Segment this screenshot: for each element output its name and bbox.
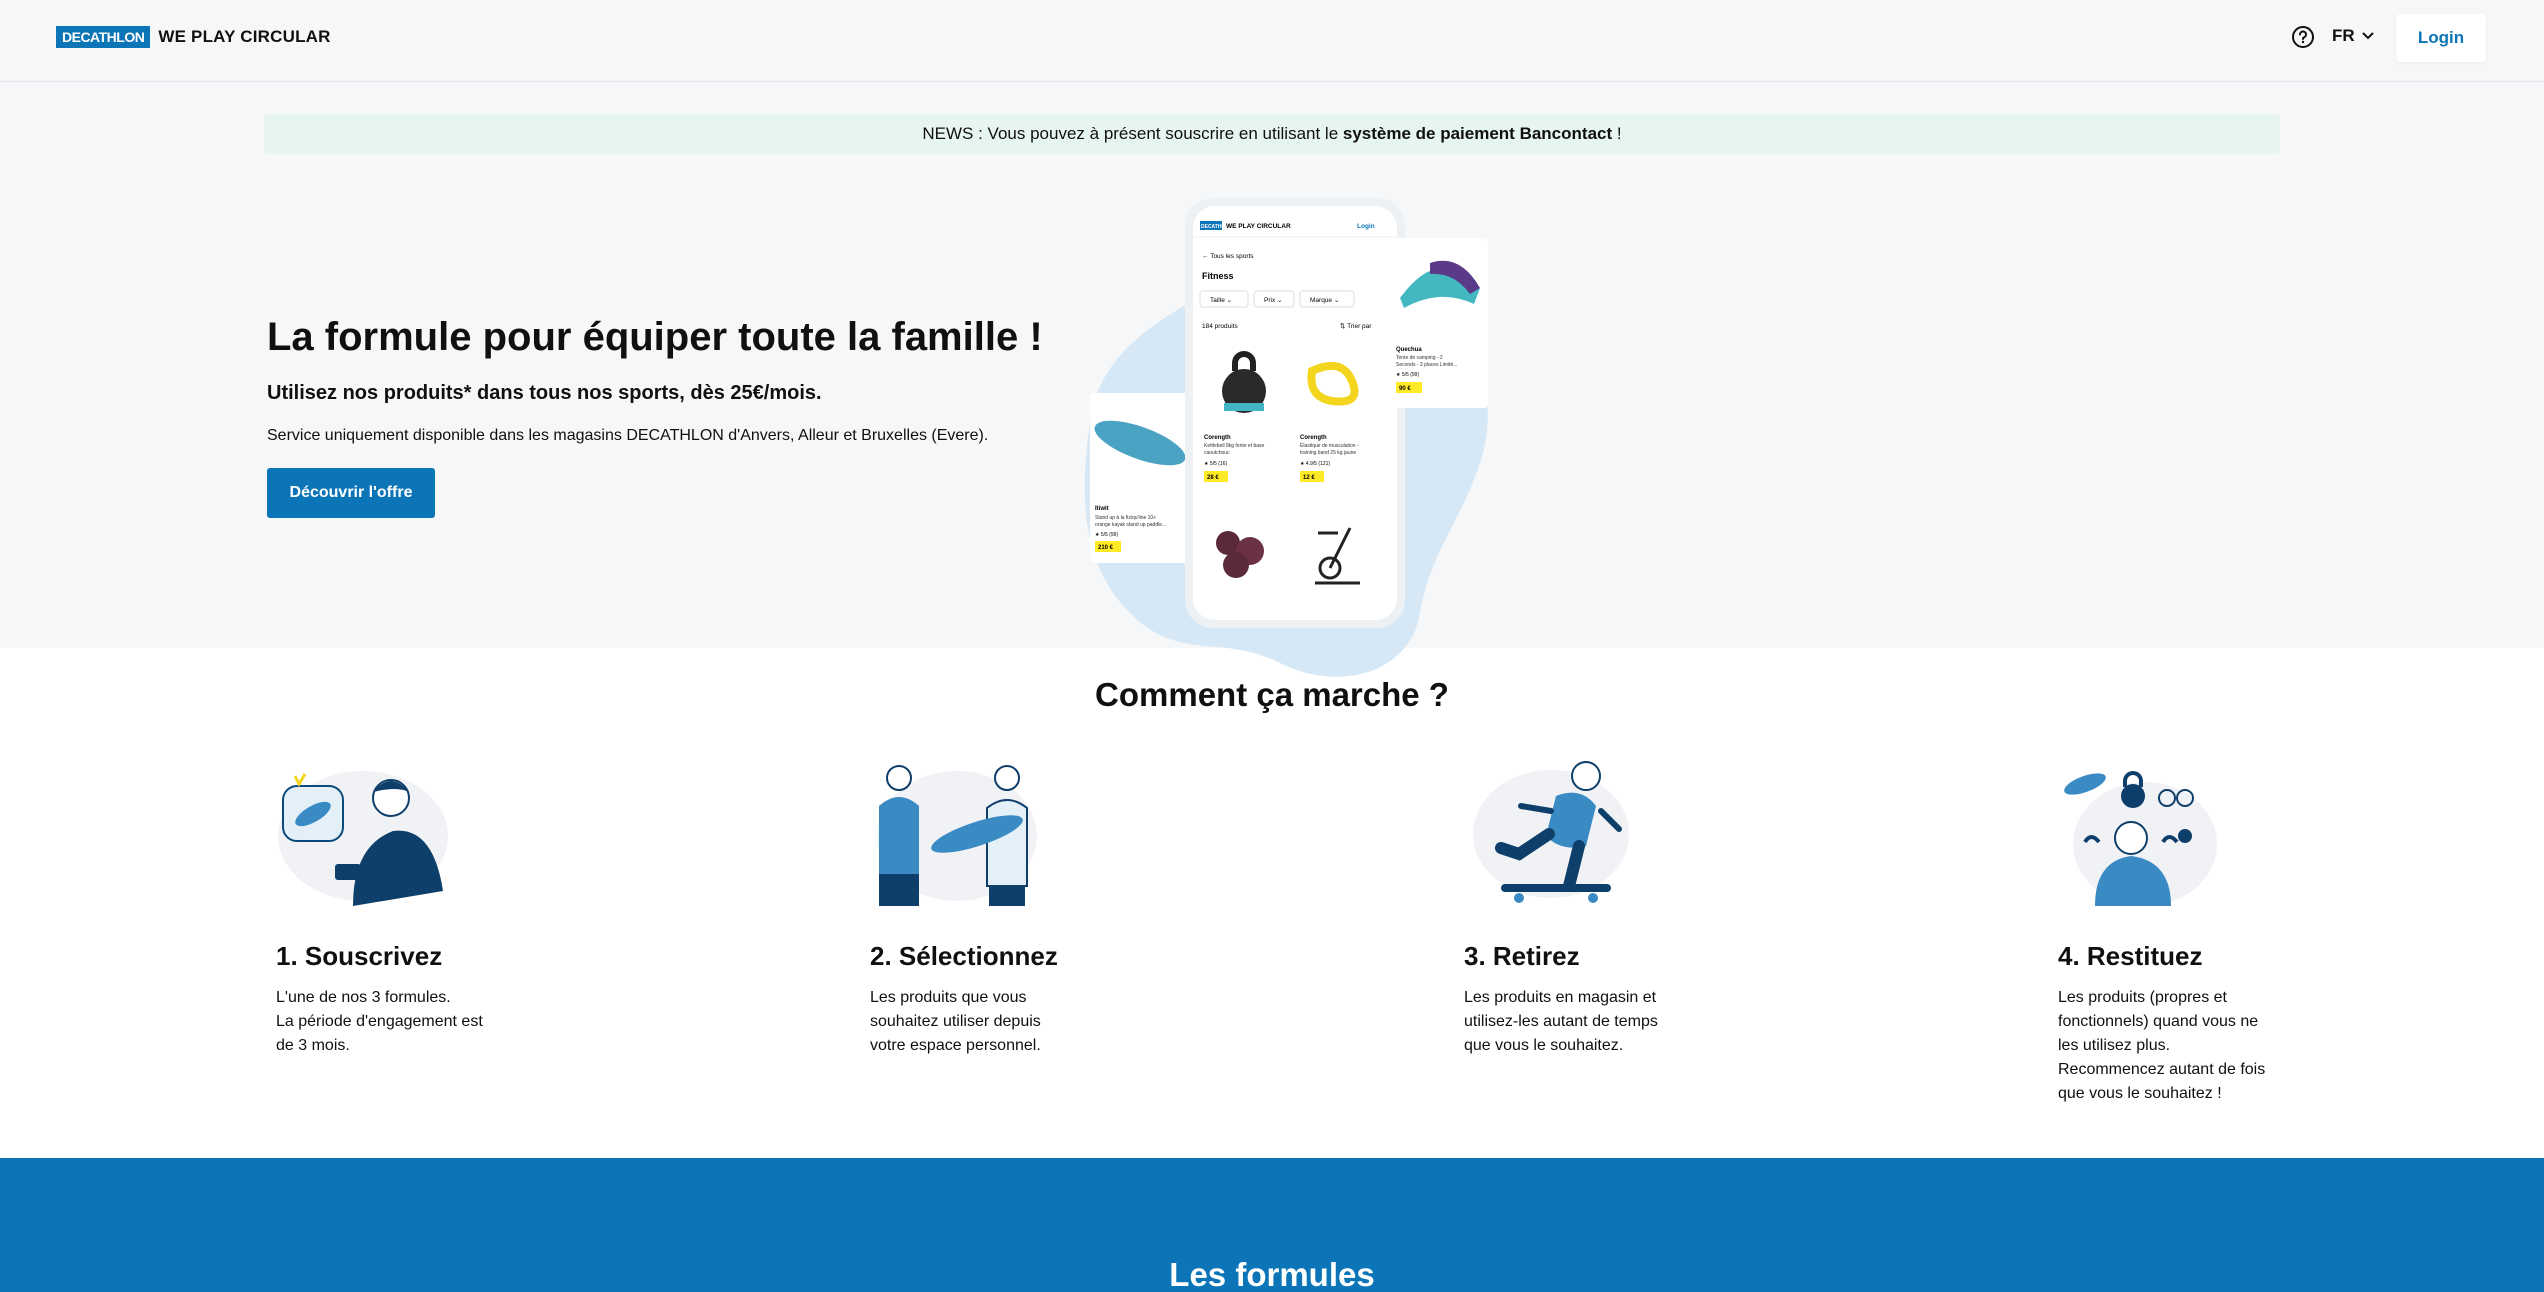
svg-text:★ 5/5 (16): ★ 5/5 (16) (1204, 461, 1227, 467)
step-select: 2. Sélectionnez Les produits que vous so… (870, 756, 1230, 1058)
news-suffix: ! (1612, 124, 1622, 143)
hero-description: Service uniquement disponible dans les m… (267, 427, 989, 444)
language-label: FR (2332, 26, 2355, 45)
hero-subtitle: Utilisez nos produits* dans tous nos spo… (267, 382, 822, 404)
svg-text:Corength: Corength (1300, 435, 1327, 441)
step-title: 4. Restituez (2058, 941, 2203, 971)
svg-text:★ 5/5 (99): ★ 5/5 (99) (1396, 372, 1419, 378)
plans-section: Les formules (0, 1158, 2544, 1292)
svg-text:Stand up à la fiziqu'line 10+: Stand up à la fiziqu'line 10+ (1095, 515, 1156, 521)
svg-text:Marque ⌄: Marque ⌄ (1310, 297, 1339, 304)
svg-text:Taille ⌄: Taille ⌄ (1210, 297, 1232, 304)
svg-text:orange kayak stand up paddle..: orange kayak stand up paddle... (1095, 522, 1166, 528)
select-illustration-icon (877, 765, 1037, 906)
news-bold: système de paiement Bancontact (1342, 124, 1613, 143)
logo[interactable]: DECATHLON WE PLAY CIRCULAR (56, 26, 331, 48)
step-return: 4. Restituez Les produits (propres et fo… (2058, 756, 2418, 1106)
svg-text:⇅ Trier par: ⇅ Trier par (1340, 323, 1372, 330)
svg-text:← Tous les sports: ← Tous les sports (1202, 253, 1254, 260)
svg-text:★ 4.9/5 (121): ★ 4.9/5 (121) (1300, 461, 1330, 467)
step-description: Les produits en magasin et utilisez-les … (1464, 989, 1658, 1054)
subscribe-illustration-icon (278, 771, 448, 906)
hero-title: La formule pour équiper toute la famille… (267, 315, 1043, 359)
svg-text:WE PLAY CIRCULAR: WE PLAY CIRCULAR (1226, 223, 1291, 230)
svg-text:Élastique de musculation -: Élastique de musculation - (1300, 442, 1359, 449)
side-card-right: Quechua Tente de camping - 2 Seconds - 3… (1392, 238, 1488, 408)
language-selector[interactable]: FR (2332, 26, 2375, 46)
plans-title: Les formules (1169, 1256, 1375, 1292)
svg-text:caoutchouc: caoutchouc (1204, 450, 1230, 456)
svg-text:Fitness: Fitness (1202, 271, 1234, 281)
svg-text:training band 25 kg jaune: training band 25 kg jaune (1300, 450, 1356, 456)
step-title: 1. Souscrivez (276, 941, 443, 971)
svg-text:210 €: 210 € (1098, 545, 1114, 551)
svg-text:Tente de camping - 2: Tente de camping - 2 (1396, 355, 1443, 361)
news-banner: NEWS : Vous pouvez à présent souscrire e… (264, 114, 2280, 154)
news-prefix: NEWS : Vous pouvez à présent souscrire e… (922, 124, 1343, 143)
site-header: DECATHLON WE PLAY CIRCULAR FR Login (0, 0, 2544, 82)
svg-text:Corength: Corength (1204, 435, 1231, 441)
step-description: Les produits (propres et fonctionnels) q… (2058, 989, 2266, 1102)
discover-offer-button[interactable]: Découvrir l'offre (267, 468, 435, 518)
svg-text:★ 5/5 (99): ★ 5/5 (99) (1095, 532, 1118, 538)
logo-brand: DECATHLON (56, 26, 151, 48)
svg-text:Seconds - 3 places Limité...: Seconds - 3 places Limité... (1396, 362, 1457, 368)
step-title: 2. Sélectionnez (870, 941, 1058, 971)
pickup-illustration-icon (1473, 761, 1629, 903)
login-button[interactable]: Login (2396, 14, 2486, 62)
svg-text:Quechua: Quechua (1396, 347, 1422, 353)
return-illustration-icon (2064, 771, 2217, 906)
phone-app-illustration: Itiwit Stand up à la fiziqu'line 10+ ora… (1084, 198, 1488, 677)
logo-tagline: WE PLAY CIRCULAR (158, 27, 331, 46)
chevron-down-icon (2361, 32, 2374, 40)
step-pickup: 3. Retirez Les produits en magasin et ut… (1464, 756, 1824, 1058)
question-circle-icon[interactable] (2290, 24, 2316, 50)
hero-section: NEWS : Vous pouvez à présent souscrire e… (0, 83, 2544, 677)
svg-text:Login: Login (1357, 223, 1375, 230)
svg-text:Prix ⌄: Prix ⌄ (1264, 297, 1282, 304)
svg-text:28 €: 28 € (1207, 475, 1219, 481)
svg-text:12 €: 12 € (1303, 475, 1315, 481)
step-title: 3. Retirez (1464, 941, 1580, 971)
how-it-works-title: Comment ça marche ? (1095, 676, 1449, 713)
step-description: Les produits que vous souhaitez utiliser… (870, 989, 1041, 1054)
svg-text:Itiwit: Itiwit (1095, 506, 1109, 512)
side-card-left: Itiwit Stand up à la fiziqu'line 10+ ora… (1090, 393, 1190, 563)
svg-text:90 €: 90 € (1399, 386, 1411, 392)
svg-text:Kettlebell 8kg fonte et base: Kettlebell 8kg fonte et base (1204, 443, 1265, 449)
svg-text:184 produits: 184 produits (1202, 323, 1239, 330)
step-subscribe: 1. Souscrivez L'une de nos 3 formules. L… (276, 756, 636, 1058)
step-description: L'une de nos 3 formules. La période d'en… (276, 989, 483, 1054)
